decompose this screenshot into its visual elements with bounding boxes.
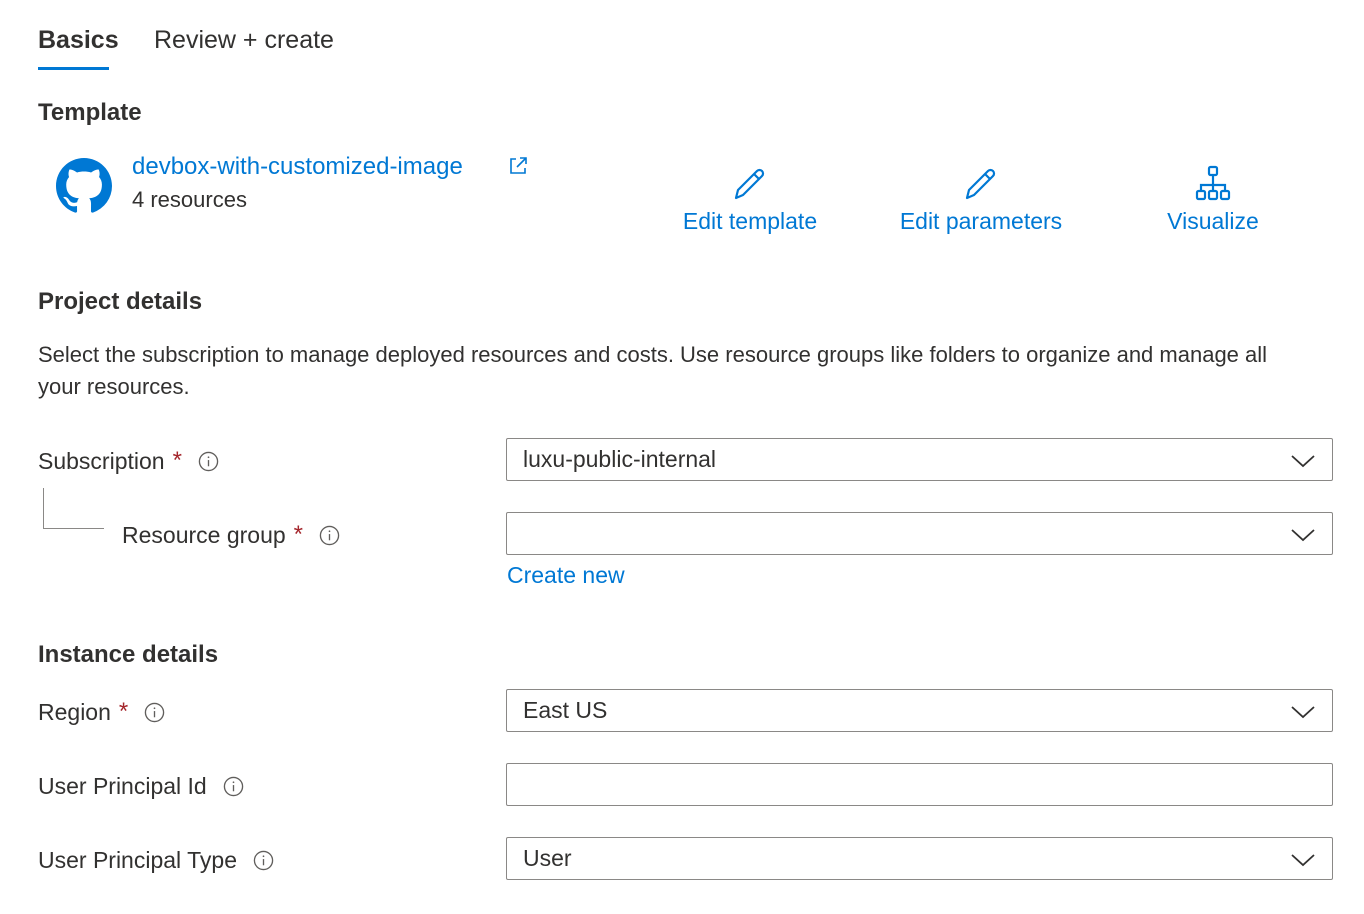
pencil-icon [965, 168, 996, 200]
hierarchy-icon [1195, 165, 1231, 201]
user-principal-type-label-text: User Principal Type [38, 847, 237, 873]
required-asterisk: * [118, 698, 129, 725]
required-asterisk: * [172, 447, 182, 474]
region-value: East US [523, 697, 608, 723]
project-details-description: Select the subscription to manage deploy… [38, 342, 1268, 399]
pencil-icon [734, 168, 765, 200]
info-icon[interactable] [144, 702, 165, 723]
chevron-down-icon [1291, 455, 1315, 468]
subscription-dropdown[interactable]: luxu-public-internal [506, 438, 1333, 481]
tab-basics[interactable]: Basics [38, 24, 119, 56]
resource-group-label-text: Resource group [122, 522, 286, 548]
template-section-title: Template [38, 99, 142, 126]
resource-group-dropdown[interactable] [506, 512, 1333, 555]
region-dropdown[interactable]: East US [506, 689, 1333, 732]
create-new-resource-group-link[interactable]: Create new [507, 560, 625, 590]
user-principal-type-dropdown[interactable]: User [506, 837, 1333, 880]
user-principal-type-value: User [523, 845, 572, 871]
required-asterisk: * [293, 521, 303, 548]
project-details-title: Project details [38, 288, 203, 315]
template-resource-count: 4 resources [132, 187, 247, 212]
subscription-value: luxu-public-internal [523, 446, 717, 472]
edit-template-label: Edit template [682, 208, 818, 234]
user-principal-id-field[interactable] [506, 763, 1333, 806]
chevron-down-icon [1291, 706, 1315, 719]
user-principal-type-label: User Principal Type [38, 845, 274, 875]
edit-template-button[interactable]: Edit template [650, 164, 850, 240]
info-icon[interactable] [253, 850, 274, 871]
visualize-label: Visualize [1167, 208, 1259, 234]
info-icon[interactable] [319, 525, 340, 546]
user-principal-id-label: User Principal Id [38, 771, 244, 801]
chevron-down-icon [1291, 529, 1315, 542]
tree-connector-line [43, 488, 104, 529]
active-tab-indicator [38, 67, 109, 70]
edit-parameters-label: Edit parameters [899, 208, 1063, 234]
tab-review-create[interactable]: Review + create [154, 24, 334, 56]
github-icon [56, 158, 112, 213]
subscription-label: Subscription * [38, 446, 219, 476]
info-icon[interactable] [223, 776, 244, 797]
info-icon[interactable] [198, 451, 219, 472]
visualize-button[interactable]: Visualize [1113, 164, 1313, 240]
region-label: Region * [38, 697, 165, 727]
user-principal-id-label-text: User Principal Id [38, 773, 207, 799]
chevron-down-icon [1291, 854, 1315, 867]
instance-details-title: Instance details [38, 641, 219, 668]
resource-group-label: Resource group * [122, 520, 340, 550]
edit-parameters-button[interactable]: Edit parameters [881, 164, 1081, 240]
user-principal-id-input[interactable] [507, 764, 1332, 805]
region-label-text: Region [38, 699, 111, 725]
template-name-link[interactable]: devbox-with-customized-image [132, 151, 463, 183]
subscription-label-text: Subscription [38, 448, 165, 474]
external-link-icon[interactable] [507, 155, 529, 177]
